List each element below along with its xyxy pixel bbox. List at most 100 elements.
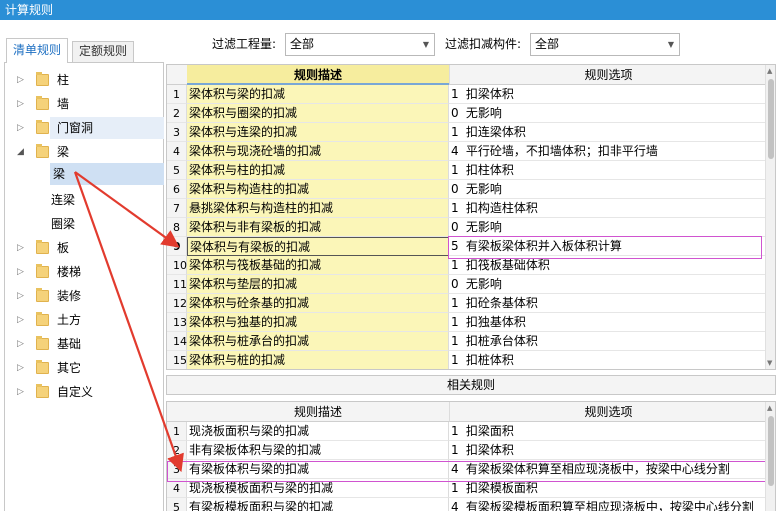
rule-description-cell[interactable]: 现浇板面积与梁的扣减 bbox=[187, 422, 449, 441]
rule-row[interactable]: 4 梁体积与现浇砼墙的扣减 4 平行砼墙，不扣墙体积；扣非平行墙 bbox=[167, 142, 769, 161]
rule-option-cell[interactable]: 4 平行砼墙，不扣墙体积；扣非平行墙 bbox=[449, 142, 769, 161]
tree-item-other[interactable]: ▷ 其它 bbox=[5, 357, 163, 379]
rule-option-cell[interactable]: 1 扣桩承台体积 bbox=[449, 332, 769, 351]
related-rule-row[interactable]: 1 现浇板面积与梁的扣减 1 扣梁面积 bbox=[167, 422, 769, 441]
tree-item-decoration[interactable]: ▷ 装修 bbox=[5, 285, 163, 307]
rule-option-cell[interactable]: 0 无影响 bbox=[449, 104, 769, 123]
related-rule-row[interactable]: 2 非有梁板体积与梁的扣减 1 扣梁体积 bbox=[167, 441, 769, 460]
related-rule-row[interactable]: 4 现浇板模板面积与梁的扣减 1 扣梁模板面积 bbox=[167, 479, 769, 498]
related-column-header-option[interactable]: 规则选项 bbox=[449, 402, 767, 422]
rule-option-cell[interactable]: 1 扣筏板基础体积 bbox=[449, 256, 769, 275]
collapse-arrow-icon[interactable]: ◢ bbox=[17, 141, 27, 163]
rule-description-cell[interactable]: 梁体积与现浇砼墙的扣减 bbox=[187, 142, 449, 161]
rule-option-cell[interactable]: 1 扣梁面积 bbox=[449, 422, 769, 441]
scroll-up-icon[interactable]: ▲ bbox=[767, 404, 772, 412]
rule-option-cell[interactable]: 4 有梁板梁体积算至相应现浇板中，按梁中心线分割 bbox=[449, 460, 769, 479]
filter-quantity-select[interactable]: 全部 ▼ bbox=[285, 33, 435, 56]
rule-row[interactable]: 12 梁体积与砼条基的扣减 1 扣砼条基体积 bbox=[167, 294, 769, 313]
expand-arrow-icon[interactable]: ▷ bbox=[17, 333, 27, 355]
filter-component-select[interactable]: 全部 ▼ bbox=[530, 33, 680, 56]
rule-description-cell[interactable]: 梁体积与独基的扣减 bbox=[187, 313, 449, 332]
related-rule-row[interactable]: 5 有梁板模板面积与梁的扣减 4 有梁板梁模板面积算至相应现浇板中，按梁中心线分割 bbox=[167, 498, 767, 511]
tree-child-beam[interactable]: 梁 bbox=[50, 163, 164, 185]
rule-option-cell[interactable]: 1 扣构造柱体积 bbox=[449, 199, 769, 218]
rule-description-cell[interactable]: 梁体积与柱的扣减 bbox=[187, 161, 449, 180]
rule-option-cell[interactable]: 1 扣梁体积 bbox=[449, 441, 769, 460]
tree-child-ring-beam[interactable]: 圈梁 bbox=[51, 213, 75, 235]
tree-item-wall[interactable]: ▷ 墙 bbox=[5, 93, 163, 115]
scroll-thumb[interactable] bbox=[768, 416, 774, 486]
tree-item-slab[interactable]: ▷ 板 bbox=[5, 237, 163, 259]
expand-arrow-icon[interactable]: ▷ bbox=[17, 285, 27, 307]
rule-description-cell[interactable]: 梁体积与桩承台的扣减 bbox=[187, 332, 449, 351]
rule-option-cell[interactable]: 1 扣梁体积 bbox=[449, 85, 769, 104]
rule-description-cell[interactable]: 梁体积与桩的扣减 bbox=[187, 351, 449, 369]
expand-arrow-icon[interactable]: ▷ bbox=[17, 93, 27, 115]
tree-item-beam[interactable]: ◢ 梁 bbox=[5, 141, 163, 163]
rule-row[interactable]: 2 梁体积与圈梁的扣减 0 无影响 bbox=[167, 104, 769, 123]
rule-option-cell[interactable]: 0 无影响 bbox=[449, 180, 769, 199]
rule-option-cell[interactable]: 1 扣桩体积 bbox=[449, 351, 769, 369]
rule-description-cell[interactable]: 悬挑梁体积与构造柱的扣减 bbox=[187, 199, 449, 218]
rule-row[interactable]: 5 梁体积与柱的扣减 1 扣柱体积 bbox=[167, 161, 769, 180]
expand-arrow-icon[interactable]: ▷ bbox=[17, 381, 27, 403]
tree-child-link-beam[interactable]: 连梁 bbox=[51, 189, 75, 211]
expand-arrow-icon[interactable]: ▷ bbox=[17, 69, 27, 91]
rule-option-cell[interactable]: 1 扣独基体积 bbox=[449, 313, 769, 332]
rule-description-cell[interactable]: 有梁板体积与梁的扣减 bbox=[187, 460, 449, 479]
related-column-header-description[interactable]: 规则描述 bbox=[187, 402, 449, 422]
scroll-up-icon[interactable]: ▲ bbox=[767, 67, 772, 75]
tree-item-column[interactable]: ▷ 柱 bbox=[5, 69, 163, 91]
rule-row[interactable]: 7 悬挑梁体积与构造柱的扣减 1 扣构造柱体积 bbox=[167, 199, 769, 218]
column-header-option[interactable]: 规则选项 bbox=[449, 65, 767, 85]
tree-item-foundation[interactable]: ▷ 基础 bbox=[5, 333, 163, 355]
rule-description-cell[interactable]: 梁体积与有梁板的扣减 bbox=[187, 237, 449, 256]
rule-row[interactable]: 1 梁体积与梁的扣减 1 扣梁体积 bbox=[167, 85, 769, 104]
rule-description-cell[interactable]: 非有梁板体积与梁的扣减 bbox=[187, 441, 449, 460]
tree-item-door-window[interactable]: ▷ 门窗洞 bbox=[5, 117, 163, 139]
tab-quota-rules[interactable]: 定额规则 bbox=[72, 41, 134, 62]
rule-description-cell[interactable]: 梁体积与非有梁板的扣减 bbox=[187, 218, 449, 237]
rule-row[interactable]: 3 梁体积与连梁的扣减 1 扣连梁体积 bbox=[167, 123, 769, 142]
rule-option-cell[interactable]: 5 有梁板梁体积并入板体积计算 bbox=[449, 237, 769, 256]
scroll-down-icon[interactable]: ▼ bbox=[767, 359, 772, 367]
rule-description-cell[interactable]: 梁体积与构造柱的扣减 bbox=[187, 180, 449, 199]
related-rule-row[interactable]: 3 有梁板体积与梁的扣减 4 有梁板梁体积算至相应现浇板中，按梁中心线分割 bbox=[167, 460, 769, 479]
expand-arrow-icon[interactable]: ▷ bbox=[17, 237, 27, 259]
tree-item-stairs[interactable]: ▷ 楼梯 bbox=[5, 261, 163, 283]
tab-bill-rules[interactable]: 清单规则 bbox=[6, 38, 68, 63]
rule-row[interactable]: 11 梁体积与垫层的扣减 0 无影响 bbox=[167, 275, 769, 294]
rule-description-cell[interactable]: 梁体积与圈梁的扣减 bbox=[187, 104, 449, 123]
rule-option-cell[interactable]: 0 无影响 bbox=[449, 218, 769, 237]
rule-row[interactable]: 9 梁体积与有梁板的扣减 5 有梁板梁体积并入板体积计算 bbox=[167, 237, 769, 256]
rule-row[interactable]: 14 梁体积与桩承台的扣减 1 扣桩承台体积 bbox=[167, 332, 769, 351]
rule-option-cell[interactable]: 1 扣梁模板面积 bbox=[449, 479, 769, 498]
rule-row[interactable]: 10 梁体积与筏板基础的扣减 1 扣筏板基础体积 bbox=[167, 256, 769, 275]
rule-row[interactable]: 15 梁体积与桩的扣减 1 扣桩体积 bbox=[167, 351, 769, 369]
rule-description-cell[interactable]: 有梁板模板面积与梁的扣减 bbox=[187, 498, 449, 511]
rule-description-cell[interactable]: 梁体积与垫层的扣减 bbox=[187, 275, 449, 294]
tree-item-earthwork[interactable]: ▷ 土方 bbox=[5, 309, 163, 331]
scroll-thumb[interactable] bbox=[768, 79, 774, 159]
expand-arrow-icon[interactable]: ▷ bbox=[17, 309, 27, 331]
rule-description-cell[interactable]: 现浇板模板面积与梁的扣减 bbox=[187, 479, 449, 498]
expand-arrow-icon[interactable]: ▷ bbox=[17, 261, 27, 283]
column-header-description[interactable]: 规则描述 bbox=[187, 65, 449, 85]
rule-option-cell[interactable]: 1 扣砼条基体积 bbox=[449, 294, 769, 313]
rule-row[interactable]: 8 梁体积与非有梁板的扣减 0 无影响 bbox=[167, 218, 769, 237]
rule-row[interactable]: 6 梁体积与构造柱的扣减 0 无影响 bbox=[167, 180, 769, 199]
rule-option-cell[interactable]: 4 有梁板梁模板面积算至相应现浇板中，按梁中心线分割 bbox=[449, 498, 769, 511]
rule-description-cell[interactable]: 梁体积与连梁的扣减 bbox=[187, 123, 449, 142]
rule-description-cell[interactable]: 梁体积与砼条基的扣减 bbox=[187, 294, 449, 313]
rule-description-cell[interactable]: 梁体积与筏板基础的扣减 bbox=[187, 256, 449, 275]
tree-item-custom[interactable]: ▷ 自定义 bbox=[5, 381, 163, 403]
expand-arrow-icon[interactable]: ▷ bbox=[17, 117, 27, 139]
rule-option-cell[interactable]: 1 扣柱体积 bbox=[449, 161, 769, 180]
rule-option-cell[interactable]: 0 无影响 bbox=[449, 275, 769, 294]
rule-option-cell[interactable]: 1 扣连梁体积 bbox=[449, 123, 769, 142]
related-vertical-scrollbar[interactable]: ▲ bbox=[765, 402, 775, 511]
rule-row[interactable]: 13 梁体积与独基的扣减 1 扣独基体积 bbox=[167, 313, 769, 332]
vertical-scrollbar[interactable]: ▲ ▼ bbox=[765, 65, 775, 369]
expand-arrow-icon[interactable]: ▷ bbox=[17, 357, 27, 379]
rule-description-cell[interactable]: 梁体积与梁的扣减 bbox=[187, 85, 449, 104]
